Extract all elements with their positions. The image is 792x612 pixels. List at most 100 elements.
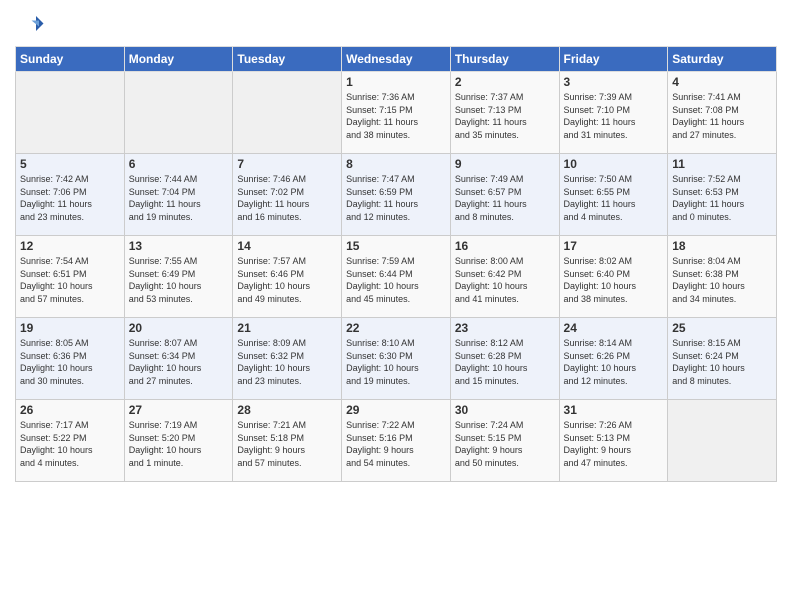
day-cell: 6 Sunrise: 7:44 AM Sunset: 7:04 PM Daylig…	[124, 154, 233, 236]
day-info: Sunrise: 7:49 AM Sunset: 6:57 PM Dayligh…	[455, 173, 555, 223]
day-cell: 15 Sunrise: 7:59 AM Sunset: 6:44 PM Dayli…	[342, 236, 451, 318]
day-cell: 13 Sunrise: 7:55 AM Sunset: 6:49 PM Dayli…	[124, 236, 233, 318]
day-cell: 17Sunrise: 8:02 AM Sunset: 6:40 PM Dayli…	[559, 236, 668, 318]
day-info: Sunrise: 7:59 AM Sunset: 6:44 PM Dayligh…	[346, 255, 446, 305]
day-info: Sunrise: 7:24 AM Sunset: 5:15 PM Dayligh…	[455, 419, 555, 469]
day-cell: 30 Sunrise: 7:24 AM Sunset: 5:15 PM Dayli…	[450, 400, 559, 482]
calendar-header: SundayMondayTuesdayWednesdayThursdayFrid…	[16, 47, 777, 72]
day-number: 18	[672, 239, 772, 253]
day-cell: 26 Sunrise: 7:17 AM Sunset: 5:22 PM Dayli…	[16, 400, 125, 482]
day-number: 19	[20, 321, 120, 335]
day-cell: 12 Sunrise: 7:54 AM Sunset: 6:51 PM Dayli…	[16, 236, 125, 318]
header	[15, 10, 777, 40]
day-cell: 18 Sunrise: 8:04 AM Sunset: 6:38 PM Dayli…	[668, 236, 777, 318]
day-cell: 5 Sunrise: 7:42 AM Sunset: 7:06 PM Daylig…	[16, 154, 125, 236]
day-cell: 19 Sunrise: 8:05 AM Sunset: 6:36 PM Dayli…	[16, 318, 125, 400]
day-number: 6	[129, 157, 229, 171]
day-cell: 8 Sunrise: 7:47 AM Sunset: 6:59 PM Daylig…	[342, 154, 451, 236]
day-info: Sunrise: 7:44 AM Sunset: 7:04 PM Dayligh…	[129, 173, 229, 223]
day-info: Sunrise: 7:19 AM Sunset: 5:20 PM Dayligh…	[129, 419, 229, 469]
day-cell: 29 Sunrise: 7:22 AM Sunset: 5:16 PM Dayli…	[342, 400, 451, 482]
day-number: 4	[672, 75, 772, 89]
day-number: 22	[346, 321, 446, 335]
day-number: 2	[455, 75, 555, 89]
day-info: Sunrise: 8:07 AM Sunset: 6:34 PM Dayligh…	[129, 337, 229, 387]
day-cell: 11 Sunrise: 7:52 AM Sunset: 6:53 PM Dayli…	[668, 154, 777, 236]
day-number: 24	[564, 321, 664, 335]
day-info: Sunrise: 7:17 AM Sunset: 5:22 PM Dayligh…	[20, 419, 120, 469]
day-cell: 23Sunrise: 8:12 AM Sunset: 6:28 PM Dayli…	[450, 318, 559, 400]
day-number: 12	[20, 239, 120, 253]
day-cell: 9 Sunrise: 7:49 AM Sunset: 6:57 PM Daylig…	[450, 154, 559, 236]
day-info: Sunrise: 8:14 AM Sunset: 6:26 PM Dayligh…	[564, 337, 664, 387]
day-info: Sunrise: 7:55 AM Sunset: 6:49 PM Dayligh…	[129, 255, 229, 305]
day-info: Sunrise: 7:54 AM Sunset: 6:51 PM Dayligh…	[20, 255, 120, 305]
day-cell	[668, 400, 777, 482]
weekday-header-thursday: Thursday	[450, 47, 559, 72]
day-cell: 7 Sunrise: 7:46 AM Sunset: 7:02 PM Daylig…	[233, 154, 342, 236]
day-info: Sunrise: 8:15 AM Sunset: 6:24 PM Dayligh…	[672, 337, 772, 387]
weekday-header-sunday: Sunday	[16, 47, 125, 72]
day-number: 16	[455, 239, 555, 253]
day-number: 27	[129, 403, 229, 417]
day-cell: 28 Sunrise: 7:21 AM Sunset: 5:18 PM Dayli…	[233, 400, 342, 482]
day-number: 30	[455, 403, 555, 417]
weekday-header-saturday: Saturday	[668, 47, 777, 72]
calendar-table: SundayMondayTuesdayWednesdayThursdayFrid…	[15, 46, 777, 482]
day-cell: 2Sunrise: 7:37 AM Sunset: 7:13 PM Daylig…	[450, 72, 559, 154]
day-info: Sunrise: 8:02 AM Sunset: 6:40 PM Dayligh…	[564, 255, 664, 305]
day-cell: 3 Sunrise: 7:39 AM Sunset: 7:10 PM Daylig…	[559, 72, 668, 154]
day-number: 13	[129, 239, 229, 253]
day-number: 20	[129, 321, 229, 335]
day-info: Sunrise: 8:09 AM Sunset: 6:32 PM Dayligh…	[237, 337, 337, 387]
week-row-2: 5 Sunrise: 7:42 AM Sunset: 7:06 PM Daylig…	[16, 154, 777, 236]
day-info: Sunrise: 7:52 AM Sunset: 6:53 PM Dayligh…	[672, 173, 772, 223]
day-info: Sunrise: 7:46 AM Sunset: 7:02 PM Dayligh…	[237, 173, 337, 223]
weekday-header-monday: Monday	[124, 47, 233, 72]
day-number: 14	[237, 239, 337, 253]
day-info: Sunrise: 7:21 AM Sunset: 5:18 PM Dayligh…	[237, 419, 337, 469]
weekday-header-wednesday: Wednesday	[342, 47, 451, 72]
calendar-body: 1 Sunrise: 7:36 AM Sunset: 7:15 PM Daylig…	[16, 72, 777, 482]
day-number: 10	[564, 157, 664, 171]
day-info: Sunrise: 7:42 AM Sunset: 7:06 PM Dayligh…	[20, 173, 120, 223]
day-info: Sunrise: 7:41 AM Sunset: 7:08 PM Dayligh…	[672, 91, 772, 141]
day-number: 11	[672, 157, 772, 171]
day-number: 1	[346, 75, 446, 89]
day-cell	[124, 72, 233, 154]
week-row-3: 12 Sunrise: 7:54 AM Sunset: 6:51 PM Dayli…	[16, 236, 777, 318]
week-row-1: 1 Sunrise: 7:36 AM Sunset: 7:15 PM Daylig…	[16, 72, 777, 154]
day-number: 3	[564, 75, 664, 89]
day-info: Sunrise: 8:12 AM Sunset: 6:28 PM Dayligh…	[455, 337, 555, 387]
day-cell: 4 Sunrise: 7:41 AM Sunset: 7:08 PM Daylig…	[668, 72, 777, 154]
day-number: 9	[455, 157, 555, 171]
day-number: 26	[20, 403, 120, 417]
day-number: 28	[237, 403, 337, 417]
day-number: 8	[346, 157, 446, 171]
day-info: Sunrise: 8:04 AM Sunset: 6:38 PM Dayligh…	[672, 255, 772, 305]
day-cell: 31Sunrise: 7:26 AM Sunset: 5:13 PM Dayli…	[559, 400, 668, 482]
day-info: Sunrise: 7:26 AM Sunset: 5:13 PM Dayligh…	[564, 419, 664, 469]
weekday-header-tuesday: Tuesday	[233, 47, 342, 72]
day-info: Sunrise: 7:50 AM Sunset: 6:55 PM Dayligh…	[564, 173, 664, 223]
day-number: 29	[346, 403, 446, 417]
day-info: Sunrise: 7:47 AM Sunset: 6:59 PM Dayligh…	[346, 173, 446, 223]
day-number: 7	[237, 157, 337, 171]
day-info: Sunrise: 8:05 AM Sunset: 6:36 PM Dayligh…	[20, 337, 120, 387]
day-cell	[233, 72, 342, 154]
day-number: 5	[20, 157, 120, 171]
day-info: Sunrise: 8:00 AM Sunset: 6:42 PM Dayligh…	[455, 255, 555, 305]
day-cell: 24 Sunrise: 8:14 AM Sunset: 6:26 PM Dayli…	[559, 318, 668, 400]
week-row-5: 26 Sunrise: 7:17 AM Sunset: 5:22 PM Dayli…	[16, 400, 777, 482]
day-info: Sunrise: 7:22 AM Sunset: 5:16 PM Dayligh…	[346, 419, 446, 469]
day-cell: 21 Sunrise: 8:09 AM Sunset: 6:32 PM Dayli…	[233, 318, 342, 400]
day-cell: 16 Sunrise: 8:00 AM Sunset: 6:42 PM Dayli…	[450, 236, 559, 318]
day-info: Sunrise: 7:36 AM Sunset: 7:15 PM Dayligh…	[346, 91, 446, 141]
day-number: 21	[237, 321, 337, 335]
day-number: 15	[346, 239, 446, 253]
day-cell	[16, 72, 125, 154]
logo	[15, 10, 49, 40]
day-info: Sunrise: 7:39 AM Sunset: 7:10 PM Dayligh…	[564, 91, 664, 141]
page-container: SundayMondayTuesdayWednesdayThursdayFrid…	[0, 0, 792, 492]
day-cell: 22Sunrise: 8:10 AM Sunset: 6:30 PM Dayli…	[342, 318, 451, 400]
